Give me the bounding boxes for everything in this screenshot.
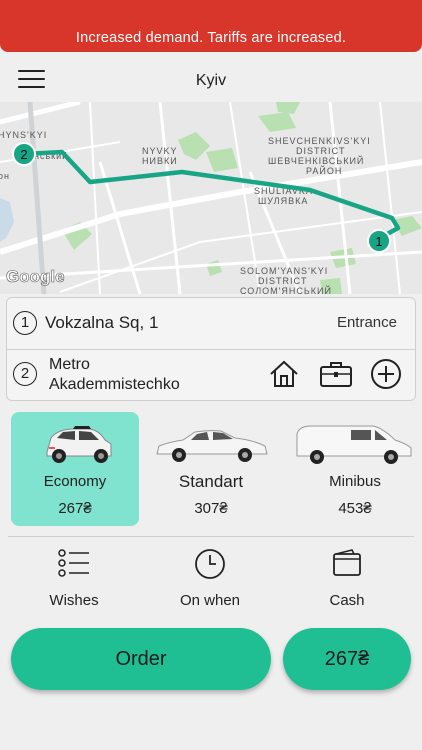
map-label: NYVKY — [142, 146, 178, 156]
map-label: SHEVCHENKIVS'KYI — [268, 136, 371, 146]
route-start-marker: 1 — [367, 229, 391, 253]
cash-label: Cash — [329, 592, 365, 609]
top-bar: Kyiv — [0, 52, 422, 102]
tariff-name: Economy — [43, 473, 107, 490]
destination-address[interactable]: Metro Akademmistechko — [49, 355, 219, 395]
plus-icon[interactable] — [369, 357, 403, 391]
svg-text:2: 2 — [20, 147, 27, 162]
map-label: SOLOM'YANS'KYI — [240, 266, 328, 276]
entrance-button[interactable]: Entrance — [337, 314, 397, 331]
map-label: DISTRICT — [258, 276, 308, 286]
wallet-icon — [292, 548, 402, 580]
van-car-icon — [291, 418, 419, 470]
surge-message: Increased demand. Tariffs are increased. — [75, 30, 347, 46]
google-logo: Google — [6, 267, 65, 286]
map-label: DISTRICT — [296, 146, 346, 156]
on-when-option[interactable]: On when — [155, 548, 265, 612]
map-label: ШУЛЯВКА — [258, 196, 308, 206]
tariff-standart[interactable]: Standart 307₴ — [147, 412, 275, 526]
wishes-option[interactable]: Wishes — [19, 548, 129, 612]
wishes-label: Wishes — [49, 592, 99, 609]
order-price-button[interactable]: 267₴ — [283, 628, 411, 690]
route-map[interactable]: HYNS'KYI нський он NYVKY НИВКИ SHEVCHENK… — [0, 102, 422, 294]
map-label: HYNS'KYI — [0, 130, 47, 140]
tariff-minibus[interactable]: Minibus 453₴ — [291, 412, 419, 526]
order-button[interactable]: Order — [11, 628, 271, 690]
tariff-economy[interactable]: Economy 267₴ — [11, 412, 139, 526]
home-icon[interactable] — [267, 357, 301, 391]
sedan-car-icon — [147, 418, 275, 470]
economy-car-icon — [11, 418, 139, 470]
address-card: 1 Vokzalna Sq, 1 Entrance 2 Metro Akadem… — [6, 297, 416, 401]
clock-icon — [155, 548, 265, 580]
map-label: СОЛОМ'ЯНСЬКИЙ — [240, 285, 332, 294]
pickup-row[interactable]: 1 Vokzalna Sq, 1 Entrance — [7, 298, 415, 350]
divider — [8, 536, 414, 537]
cash-option[interactable]: Cash — [292, 548, 402, 612]
city-title: Kyiv — [195, 72, 227, 89]
surge-banner: Increased demand. Tariffs are increased. — [0, 0, 422, 52]
list-icon — [19, 548, 129, 580]
tariff-price: 453₴ — [338, 500, 372, 517]
svg-text:1: 1 — [375, 234, 382, 249]
route-end-marker: 2 — [12, 142, 36, 166]
destination-number-icon: 2 — [13, 362, 37, 386]
tariff-price: 267₴ — [58, 500, 92, 517]
pickup-number-icon: 1 — [13, 311, 37, 335]
on-when-label: On when — [179, 592, 241, 609]
map-label: он — [0, 171, 10, 181]
destination-row[interactable]: 2 Metro Akademmistechko — [7, 349, 415, 400]
briefcase-icon[interactable] — [319, 357, 353, 391]
tariff-name: Standart — [178, 472, 244, 491]
pickup-address[interactable]: Vokzalna Sq, 1 — [45, 313, 158, 333]
map-label: ШЕВЧЕНКІВСЬКИЙ — [268, 155, 364, 166]
tariff-name: Minibus — [329, 473, 381, 490]
map-label: НИВКИ — [142, 156, 178, 166]
destination-line2: Akademmistechko — [49, 376, 180, 393]
map-label: РАЙОН — [306, 165, 342, 176]
tariff-price: 307₴ — [194, 500, 228, 517]
destination-line1: Metro — [49, 356, 90, 373]
